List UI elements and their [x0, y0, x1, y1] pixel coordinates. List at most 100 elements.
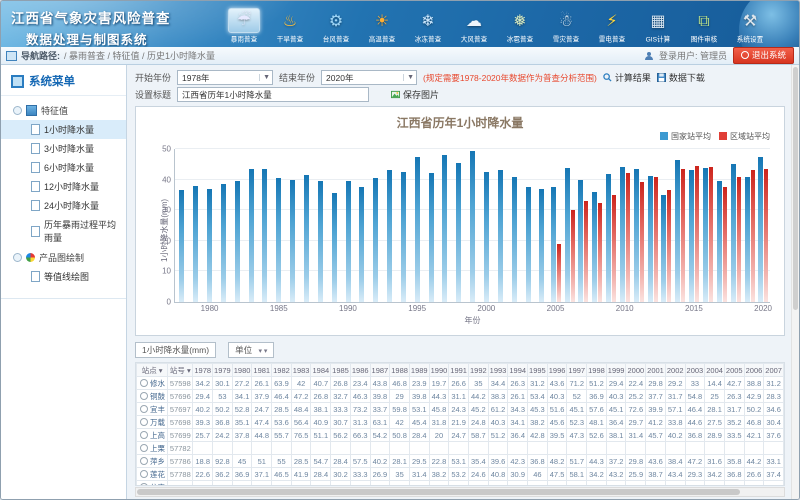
table-row[interactable]: 铜鼓5769629.45334.137.946.447.226.832.746.…: [137, 390, 784, 403]
value-cell: [232, 442, 252, 455]
toolbar-item-rainstorm[interactable]: ☔暴雨普查: [221, 8, 267, 45]
radio-button[interactable]: [140, 379, 148, 387]
column-header-station[interactable]: 站点 ▾: [137, 364, 168, 377]
radio-button[interactable]: [140, 431, 148, 439]
chart-title-input[interactable]: [177, 87, 369, 102]
value-cell: 30.7: [331, 416, 351, 429]
bar-group-1994: [397, 149, 411, 302]
value-cell: 28.5: [272, 403, 292, 416]
radio-button[interactable]: [140, 444, 148, 452]
lightning-icon: ⚡: [597, 10, 627, 33]
value-cell: [272, 442, 292, 455]
value-cell: 42.3: [508, 455, 528, 468]
tree-leaf-0-1[interactable]: 3小时降水量: [1, 139, 126, 158]
table-row[interactable]: 上高5769925.724.237.844.855.776.551.156.26…: [137, 429, 784, 442]
calculate-button[interactable]: 计算结果: [603, 71, 651, 84]
value-cell: 33.5: [724, 429, 744, 442]
toolbar-item-hail[interactable]: ❅冰雹普查: [497, 10, 543, 45]
exit-system-button[interactable]: 退出系统: [733, 47, 794, 64]
station-cell[interactable]: 铜鼓: [137, 390, 168, 403]
vertical-scrollbar[interactable]: [791, 65, 799, 499]
table-row[interactable]: 莲花5778822.636.236.937.146.541.928.430.23…: [137, 468, 784, 481]
content-area: 系统菜单 特征值1小时降水量3小时降水量6小时降水量12小时降水量24小时降水量…: [1, 65, 799, 499]
tree-leaf-0-4[interactable]: 24小时降水量: [1, 196, 126, 215]
radio-button[interactable]: [140, 392, 148, 400]
table-row[interactable]: 万载5769839.336.835.147.453.656.440.930.73…: [137, 416, 784, 429]
start-year-select[interactable]: 1978年 ▼: [177, 70, 273, 85]
toolbar-item-snow[interactable]: ☃雪灾普查: [543, 10, 589, 45]
value-cell: 20: [429, 429, 449, 442]
horizontal-scrollbar-thumb[interactable]: [137, 489, 740, 495]
toolbar-item-freeze[interactable]: ❄冰冻普查: [405, 10, 451, 45]
station-cell[interactable]: 上栗: [137, 442, 168, 455]
horizontal-scrollbar[interactable]: [135, 487, 785, 497]
station-cell[interactable]: 分宜: [137, 481, 168, 487]
station-cell[interactable]: 宜丰: [137, 403, 168, 416]
tree-node-1[interactable]: 产品图绘制: [1, 247, 126, 267]
dataset-label: 1小时降水量(mm): [142, 345, 209, 355]
toolbar-item-gis-calc[interactable]: ▦GIS计算: [635, 10, 681, 45]
radio-button[interactable]: [140, 405, 148, 413]
table-section: 1小时降水量(mm) 单位 ▾ ▾ 站点 ▾站号 ▾19781979198019…: [135, 341, 785, 499]
toolbar-item-high-temp[interactable]: ☀高温普查: [359, 10, 405, 45]
value-cell: 52: [567, 390, 587, 403]
data-table-container[interactable]: 站点 ▾站号 ▾19781979198019811982198319841985…: [135, 362, 785, 486]
tree-leaf-label: 24小时降水量: [44, 199, 99, 212]
tree-node-0[interactable]: 特征值: [1, 100, 126, 120]
value-cell: 71.2: [567, 377, 587, 390]
value-cell: 43.2: [606, 468, 626, 481]
table-row[interactable]: 萍乡5778618.892.845515528.554.728.457.540.…: [137, 455, 784, 468]
radio-button[interactable]: [140, 418, 148, 426]
value-cell: 46.8: [390, 377, 410, 390]
bar-group-2018: [729, 149, 743, 302]
bar-group-2014: [673, 149, 687, 302]
value-cell: 28.5: [213, 481, 233, 487]
end-year-value: 2020年: [326, 72, 353, 84]
toolbar-item-settings[interactable]: ⚒系统设置: [727, 10, 773, 45]
value-cell: 29.2: [665, 377, 685, 390]
column-header-station-id[interactable]: 站号 ▾: [168, 364, 193, 377]
unit-filter-dropdown[interactable]: 单位 ▾ ▾: [228, 342, 274, 358]
vertical-scrollbar-thumb[interactable]: [793, 67, 798, 310]
toolbar-item-typhoon[interactable]: ⚙台风普查: [313, 10, 359, 45]
radio-button[interactable]: [140, 470, 148, 478]
value-cell: 30.4: [764, 416, 784, 429]
save-image-button[interactable]: 保存图片: [391, 88, 439, 101]
value-cell: [528, 442, 548, 455]
table-row[interactable]: 宜丰5769740.250.252.824.728.548.438.133.37…: [137, 403, 784, 416]
breadcrumb-bar: 导航路径: / 暴雨普查 / 特征值 / 历史1小时降水量 登录用户: 管理员 …: [1, 47, 799, 65]
toolbar-item-label: GIS计算: [646, 35, 671, 45]
y-tick-label: 10: [162, 267, 171, 276]
download-data-button[interactable]: 数据下载: [657, 71, 705, 84]
tree-leaf-1-0[interactable]: 等值线绘图: [1, 267, 126, 286]
tree-leaf-0-2[interactable]: 6小时降水量: [1, 158, 126, 177]
bar-national-1978: [179, 190, 184, 302]
bar-national-2005: [551, 187, 556, 302]
value-cell: 33.3: [350, 468, 370, 481]
station-id-cell: 57698: [168, 416, 193, 429]
table-row[interactable]: 上栗57782: [137, 442, 784, 455]
search-icon: [603, 73, 612, 82]
value-cell: 31.1: [449, 390, 469, 403]
station-cell[interactable]: 莲花: [137, 468, 168, 481]
toolbar-item-drought[interactable]: ♨干旱普查: [267, 10, 313, 45]
sidebar-divider: [1, 298, 126, 299]
dataset-selector[interactable]: 1小时降水量(mm): [135, 342, 216, 358]
station-cell[interactable]: 修水: [137, 377, 168, 390]
table-row[interactable]: 修水5759834.230.127.226.163.94240.726.823.…: [137, 377, 784, 390]
station-cell[interactable]: 万载: [137, 416, 168, 429]
value-cell: [744, 442, 764, 455]
radio-button[interactable]: [140, 457, 148, 465]
tree-leaf-0-5[interactable]: 历年暴雨过程平均雨量: [1, 215, 126, 247]
end-year-select[interactable]: 2020年 ▼: [321, 70, 417, 85]
toolbar-item-lightning[interactable]: ⚡雷电普查: [589, 10, 635, 45]
bar-group-2016: [701, 149, 715, 302]
station-cell[interactable]: 上高: [137, 429, 168, 442]
station-cell[interactable]: 萍乡: [137, 455, 168, 468]
tree-leaf-0-0[interactable]: 1小时降水量: [1, 120, 126, 139]
tree-leaf-0-3[interactable]: 12小时降水量: [1, 177, 126, 196]
radio-button[interactable]: [140, 483, 148, 487]
table-row[interactable]: 分宜5779321.828.578.585.521.446.532.847.85…: [137, 481, 784, 487]
toolbar-item-gale[interactable]: ☁大风普查: [451, 10, 497, 45]
toolbar-item-map-review[interactable]: ⧉图件审核: [681, 10, 727, 45]
